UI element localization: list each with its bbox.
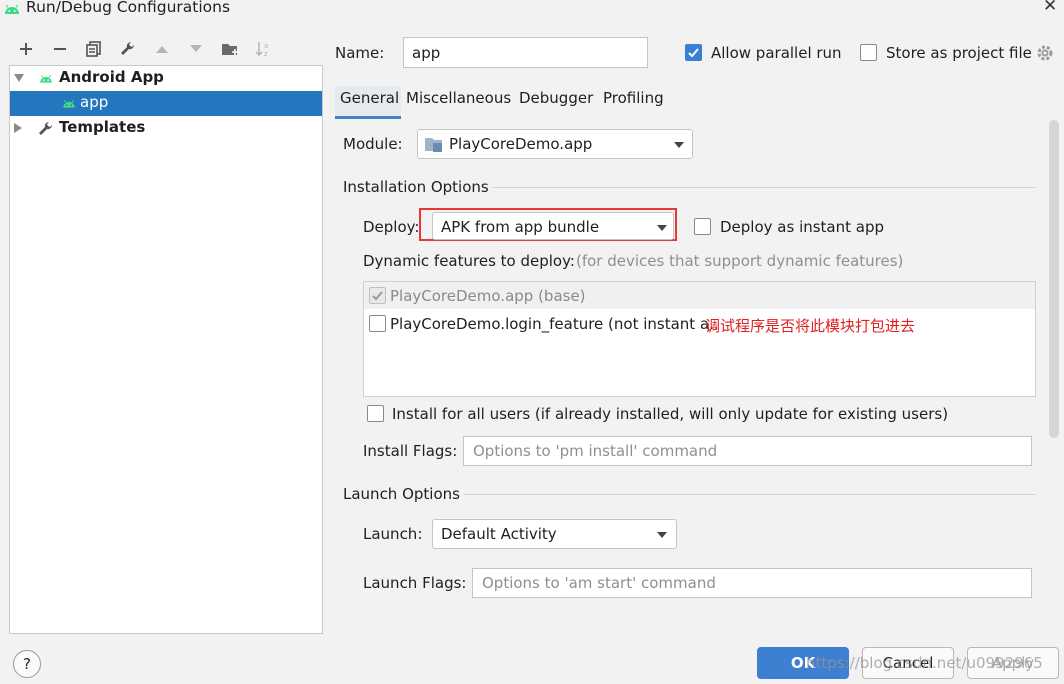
- tab-debugger-label: Debugger: [519, 89, 594, 107]
- tree-item-android-app[interactable]: Android App: [10, 66, 322, 91]
- dynamic-features-label: Dynamic features to deploy:: [363, 252, 575, 270]
- base-checkbox: [369, 287, 386, 304]
- help-button[interactable]: ?: [13, 650, 41, 678]
- launch-label: Launch:: [363, 525, 423, 543]
- annotation-text: 调试程序是否将此模块打包进去: [705, 317, 916, 335]
- checkmark-icon: [372, 291, 383, 301]
- title-bar: Run/Debug Configurations ✕: [0, 0, 1064, 20]
- login-feature-checkbox[interactable]: [369, 315, 386, 332]
- checkmark-icon: [688, 48, 699, 58]
- gear-icon[interactable]: [1036, 44, 1054, 62]
- android-icon: [63, 99, 75, 108]
- module-label: Module:: [343, 135, 403, 153]
- wrench-icon[interactable]: [117, 38, 139, 60]
- tab-bar: General Miscellaneous Debugger Profiling: [335, 86, 1025, 119]
- wrench-icon: [39, 121, 53, 135]
- launch-separator: [464, 494, 1036, 495]
- tree-item-templates[interactable]: Templates: [10, 116, 322, 141]
- deploy-label: Deploy:: [363, 218, 420, 236]
- scrollbar[interactable]: [1049, 120, 1059, 438]
- move-up-icon[interactable]: [151, 38, 173, 60]
- launch-flags-input[interactable]: Options to 'am start' command: [472, 568, 1032, 598]
- all-users-checkbox[interactable]: [367, 405, 384, 422]
- add-icon[interactable]: [15, 38, 37, 60]
- tab-general-label: General: [340, 89, 400, 107]
- chevron-down-icon: [674, 142, 684, 148]
- deploy-value: APK from app bundle: [441, 218, 600, 236]
- svg-text:a: a: [264, 42, 268, 50]
- list-item-login-feature[interactable]: PlayCoreDemo.login_feature (not instant …: [364, 310, 1035, 337]
- copy-icon[interactable]: [83, 38, 105, 60]
- tree-item-app[interactable]: app: [10, 91, 322, 116]
- android-icon: [40, 74, 52, 83]
- watermark: https://blog.csdn.net/u0992965: [806, 654, 1043, 672]
- tab-profiling-label: Profiling: [603, 89, 664, 107]
- tab-general[interactable]: General: [335, 86, 401, 119]
- remove-icon[interactable]: [49, 38, 71, 60]
- tree-label-templates: Templates: [59, 118, 146, 136]
- sort-icon[interactable]: az: [253, 38, 275, 60]
- install-flags-placeholder: Options to 'pm install' command: [473, 442, 718, 460]
- launch-flags-placeholder: Options to 'am start' command: [482, 574, 716, 592]
- help-icon: ?: [23, 655, 31, 673]
- launch-value: Default Activity: [441, 525, 557, 543]
- folder-add-icon[interactable]: [219, 38, 241, 60]
- dynamic-features-hint: (for devices that support dynamic featur…: [576, 252, 904, 270]
- allow-parallel-label: Allow parallel run: [711, 44, 842, 62]
- android-icon: [5, 4, 19, 14]
- store-project-label: Store as project file: [886, 44, 1032, 62]
- launch-select[interactable]: Default Activity: [432, 519, 677, 549]
- chevron-down-icon: [657, 225, 667, 231]
- tab-miscellaneous-label: Miscellaneous: [406, 89, 512, 107]
- launch-flags-label: Launch Flags:: [363, 574, 467, 592]
- launch-title: Launch Options: [343, 485, 460, 503]
- tree-label-app: app: [80, 93, 109, 111]
- deploy-select[interactable]: APK from app bundle: [432, 212, 674, 240]
- list-item-base[interactable]: PlayCoreDemo.app (base): [364, 282, 1035, 309]
- move-down-icon[interactable]: [185, 38, 207, 60]
- store-project-checkbox[interactable]: [860, 44, 877, 61]
- installation-title: Installation Options: [343, 178, 489, 196]
- login-feature-label: PlayCoreDemo.login_feature (not instant …: [390, 315, 719, 333]
- install-flags-input[interactable]: Options to 'pm install' command: [463, 436, 1032, 466]
- instant-app-checkbox[interactable]: [694, 218, 711, 235]
- chevron-down-icon: [657, 532, 667, 538]
- module-folder-icon: [425, 138, 442, 152]
- window-title: Run/Debug Configurations: [26, 0, 231, 16]
- name-input[interactable]: app: [403, 37, 648, 68]
- install-flags-label: Install Flags:: [363, 442, 458, 460]
- tab-miscellaneous[interactable]: Miscellaneous: [401, 86, 513, 116]
- instant-app-label: Deploy as instant app: [720, 218, 885, 236]
- collapsed-arrow-icon[interactable]: [14, 123, 22, 133]
- tab-profiling[interactable]: Profiling: [599, 86, 679, 116]
- dynamic-features-list: PlayCoreDemo.app (base) PlayCoreDemo.log…: [363, 281, 1036, 397]
- tree-label-android-app: Android App: [59, 68, 164, 86]
- name-input-value: app: [412, 44, 441, 62]
- all-users-label: Install for all users (if already instal…: [392, 405, 949, 423]
- module-select[interactable]: PlayCoreDemo.app: [417, 129, 693, 159]
- name-label: Name:: [335, 44, 385, 62]
- module-value: PlayCoreDemo.app: [449, 135, 593, 153]
- base-label: PlayCoreDemo.app (base): [390, 287, 586, 305]
- tab-debugger[interactable]: Debugger: [513, 86, 599, 116]
- allow-parallel-checkbox[interactable]: [685, 44, 702, 61]
- svg-text:z: z: [264, 50, 268, 57]
- expanded-arrow-icon[interactable]: [14, 74, 24, 82]
- close-icon[interactable]: ✕: [1043, 0, 1057, 16]
- installation-separator: [492, 187, 1036, 188]
- configuration-tree: Android App app Templates: [9, 65, 323, 634]
